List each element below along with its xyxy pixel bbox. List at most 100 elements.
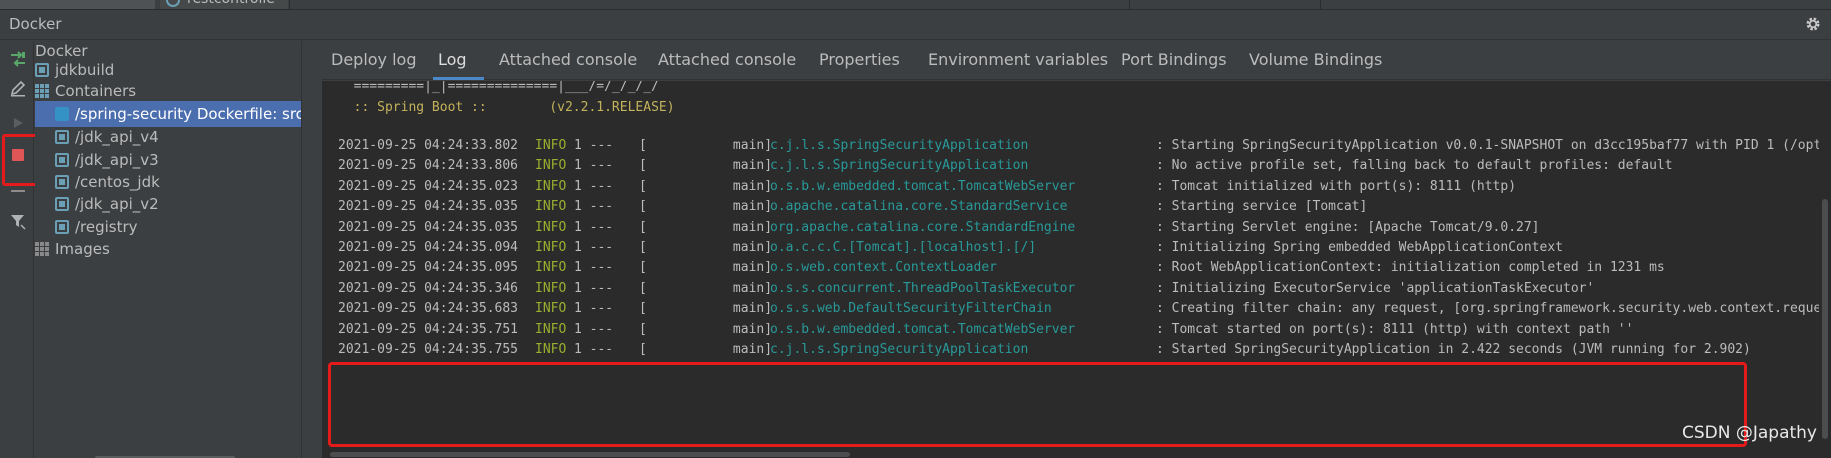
connection-icon (35, 63, 49, 77)
log-timestamp: 2021-09-25 04:24:33.806 (338, 158, 519, 174)
log-level: INFO (535, 301, 567, 317)
editor-tab-restcontroller[interactable]: restcontrolle (160, 0, 288, 9)
gear-icon[interactable] (1805, 16, 1821, 32)
log-timestamp: 2021-09-25 04:24:35.751 (338, 321, 519, 337)
log-level: INFO (535, 158, 567, 174)
tab-deploy-log[interactable]: Deploy log (326, 41, 422, 80)
log-timestamp: 2021-09-25 04:24:35.035 (338, 219, 519, 235)
docker-tree: Docker jdkbuild Containers /spring-secur… (35, 41, 304, 458)
tree-item-label: /spring-security Dockerfile: src (75, 105, 304, 123)
log-line: 2021-09-25 04:24:35.755 INFO 1 --- [ main] c… (322, 340, 1819, 360)
log-pid: 1 --- (574, 178, 614, 194)
log-message: : Starting Servlet engine: [Apache Tomca… (1156, 219, 1540, 235)
log-message: : Initializing ExecutorService 'applicat… (1156, 280, 1595, 296)
tab-attached-console[interactable]: Attached console (494, 41, 642, 80)
log-line: 2021-09-25 04:24:35.035 INFO 1 --- [ main] o… (322, 197, 1819, 217)
tree-item-label: Containers (55, 82, 137, 100)
deploy-button[interactable] (8, 49, 28, 69)
log-message: : Root WebApplicationContext: initializa… (1156, 260, 1665, 276)
tool-window-header: Docker (0, 10, 1831, 40)
log-thread: [ main] (639, 199, 773, 215)
log-level: INFO (535, 280, 567, 296)
tab-environment-variables[interactable]: Environment variables (923, 41, 1113, 80)
container-icon (55, 130, 69, 144)
log-logger: c.j.l.s.SpringSecurityApplication (770, 138, 1029, 153)
log-thread: [ main] (639, 240, 773, 255)
scrollbar-thumb[interactable] (330, 452, 850, 457)
tree-item-label: /centos_jdk (75, 173, 160, 191)
log-line: 2021-09-25 04:24:35.094 INFO 1 --- [ main] o… (322, 238, 1819, 258)
log-message: : Starting service [Tomcat] (1156, 199, 1368, 215)
start-container-button[interactable] (8, 113, 28, 133)
tab-volume-bindings[interactable]: Volume Bindings (1244, 41, 1387, 80)
log-thread: [ main] (639, 321, 773, 337)
log-level: INFO (535, 260, 567, 276)
log-pid: 1 --- (574, 301, 614, 317)
filter-icon (11, 215, 26, 230)
log-line: 2021-09-25 04:24:33.806 INFO 1 --- [ main] c… (322, 156, 1819, 176)
editor-tab-strip: restcontrolle (0, 0, 1831, 10)
log-line: 2021-09-25 04:24:35.683 INFO 1 --- [ main] o… (322, 299, 1819, 319)
watermark: CSDN @Japathy (1681, 423, 1817, 443)
edit-icon (10, 80, 26, 97)
editor-tab[interactable] (0, 0, 155, 9)
tab-port-bindings[interactable]: Port Bindings (1116, 41, 1232, 80)
log-timestamp: 2021-09-25 04:24:33.802 (338, 138, 519, 153)
log-timestamp: 2021-09-25 04:24:35.346 (338, 280, 519, 296)
log-thread: [ main] (639, 178, 773, 194)
tab-attached-console-2[interactable]: Attached console (653, 41, 801, 80)
scrollbar-thumb[interactable] (1822, 199, 1828, 439)
log-timestamp: 2021-09-25 04:24:35.035 (338, 199, 519, 215)
log-level: INFO (535, 321, 567, 337)
tool-window-title: Docker (9, 15, 62, 33)
panel-splitter[interactable] (301, 41, 322, 458)
tab-log[interactable]: Log (433, 41, 484, 80)
log-timestamp: 2021-09-25 04:24:35.683 (338, 301, 519, 317)
banner-line: =========|_|==============|___/=/_/_/_/ (338, 81, 659, 94)
filter-button[interactable] (8, 211, 28, 231)
log-pid: 1 --- (574, 219, 614, 235)
log-level: INFO (535, 199, 567, 215)
log-timestamp: 2021-09-25 04:24:35.094 (338, 240, 519, 255)
log-logger: o.s.b.w.embedded.tomcat.TomcatWebServer (770, 178, 1076, 194)
log-level: INFO (535, 138, 567, 153)
log-highlight-box (328, 362, 1747, 447)
log-timestamp: 2021-09-25 04:24:35.755 (338, 342, 519, 357)
log-thread: [ main] (639, 301, 773, 317)
log-pid: 1 --- (574, 321, 614, 337)
class-icon (166, 0, 180, 7)
container-icon (55, 220, 69, 234)
log-pid: 1 --- (574, 342, 614, 357)
log-logger: o.s.b.w.embedded.tomcat.TomcatWebServer (770, 321, 1076, 337)
tab-properties[interactable]: Properties (814, 41, 905, 80)
tab-divider (1129, 0, 1130, 9)
log-level: INFO (535, 219, 567, 235)
container-running-icon (55, 107, 69, 121)
tree-item-label: /jdk_api_v4 (75, 128, 159, 146)
vertical-scrollbar[interactable] (1819, 81, 1831, 458)
containers-icon (35, 84, 49, 98)
log-pid: 1 --- (574, 138, 614, 153)
log-logger: o.a.c.c.C.[Tomcat].[localhost].[/] (770, 240, 1037, 255)
log-timestamp: 2021-09-25 04:24:35.095 (338, 260, 519, 276)
log-timestamp: 2021-09-25 04:24:35.023 (338, 178, 519, 194)
log-message: : Tomcat initialized with port(s): 8111 … (1156, 178, 1517, 194)
log-message: : Starting SpringSecurityApplication v0.… (1156, 138, 1819, 153)
log-level: INFO (535, 342, 567, 357)
images-icon (35, 242, 49, 256)
tree-item-images[interactable]: Images (35, 236, 110, 262)
log-pid: 1 --- (574, 240, 614, 255)
log-thread: [ main] (639, 219, 773, 235)
log-message: : Initializing Spring embedded WebApplic… (1156, 240, 1563, 255)
tree-item-label: Images (55, 240, 110, 258)
log-thread: [ main] (639, 138, 773, 153)
log-line: 2021-09-25 04:24:33.802 INFO 1 --- [ main] c… (322, 136, 1819, 156)
edit-configuration-button[interactable] (8, 78, 28, 98)
log-line: 2021-09-25 04:24:35.035 INFO 1 --- [ main] o… (322, 218, 1819, 238)
horizontal-scrollbar[interactable] (322, 451, 1819, 458)
tab-divider (289, 0, 290, 9)
log-pid: 1 --- (574, 260, 614, 276)
action-toolbar (0, 41, 34, 458)
container-icon (55, 197, 69, 211)
tree-item-label: /jdk_api_v3 (75, 151, 159, 169)
